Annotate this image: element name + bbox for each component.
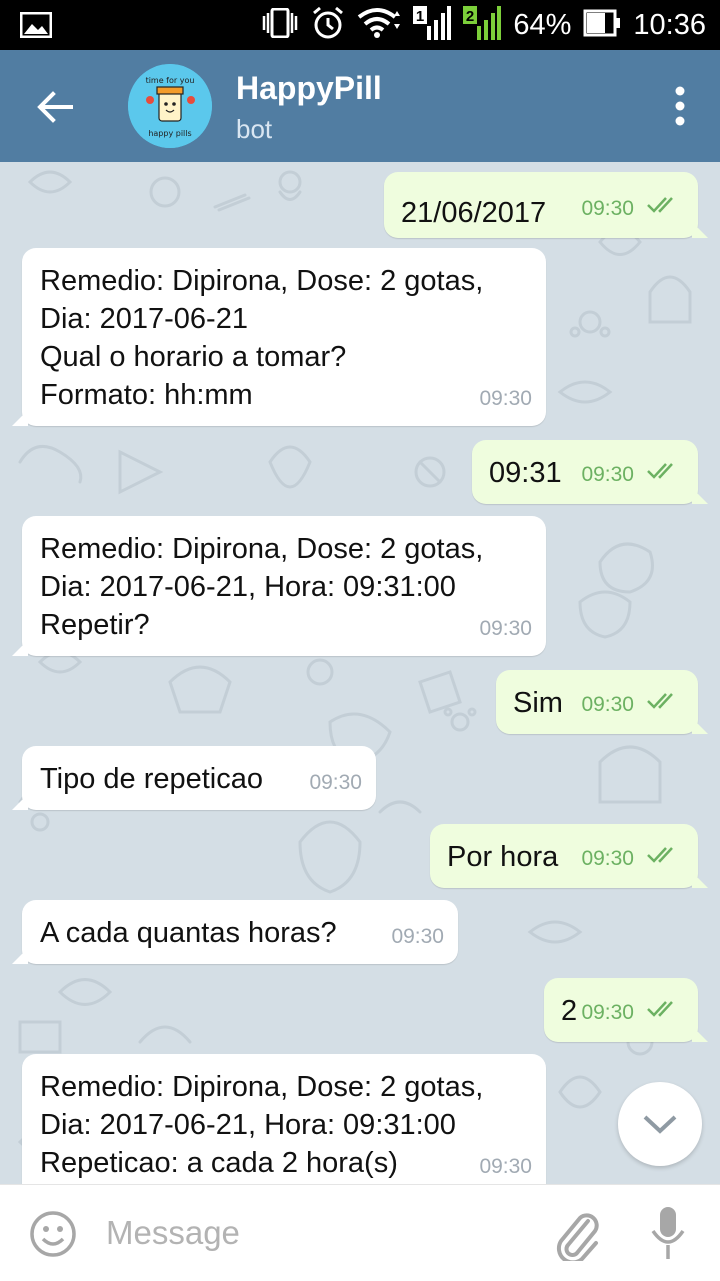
message-outgoing[interactable]: 21/06/2017 09:30 — [384, 172, 708, 238]
vibrate-icon — [261, 7, 299, 43]
scroll-to-bottom-button[interactable] — [618, 1082, 702, 1166]
gallery-notification-icon — [19, 11, 53, 43]
bot-avatar[interactable]: time for you happy pills — [128, 64, 212, 148]
read-check-icon — [646, 990, 680, 1028]
bubble-tail — [692, 488, 708, 504]
chat-subtitle: bot — [236, 114, 273, 144]
message-list[interactable]: 21/06/2017 09:30 Remedio: Dipirona, Dose… — [0, 162, 720, 1184]
chevron-down-icon — [643, 1115, 677, 1134]
sim2-label: 2 — [466, 8, 474, 25]
chat-title[interactable]: HappyPill — [236, 70, 382, 107]
message-incoming[interactable]: Remedio: Dipirona, Dose: 2 gotas, Dia: 2… — [12, 248, 546, 426]
message-time: 09:30 — [309, 771, 362, 794]
attach-button[interactable] — [552, 1207, 602, 1265]
message-time: 09:30 — [479, 1155, 532, 1178]
more-menu-button[interactable] — [670, 86, 690, 126]
message-text: 2 — [561, 995, 578, 1027]
message-text: 21/06/2017 — [401, 197, 547, 229]
message-composer — [0, 1184, 720, 1281]
message-text: A cada quantas horas? — [40, 917, 337, 949]
microphone-icon — [651, 1207, 685, 1259]
alarm-icon — [311, 6, 345, 45]
wifi-icon — [357, 7, 401, 44]
message-incoming[interactable]: Remedio: Dipirona, Dose: 2 gotas, Dia: 2… — [22, 1054, 546, 1184]
back-button[interactable] — [28, 80, 82, 134]
message-text: Remedio: Dipirona, Dose: 2 gotas, Dia: 2… — [40, 533, 484, 641]
avatar-text-bottom: happy pills — [148, 129, 191, 138]
message-text: Remedio: Dipirona, Dose: 2 gotas, Dia: 2… — [40, 1071, 484, 1179]
message-incoming[interactable]: Tipo de repeticao 09:30 — [12, 746, 376, 810]
chat-header: time for you happy pills HappyPill bot — [0, 50, 720, 162]
bubble-tail — [692, 1026, 708, 1042]
clock: 10:36 — [633, 8, 706, 41]
message-text: Por hora — [447, 841, 559, 873]
bubble-tail — [12, 794, 28, 810]
battery-icon — [583, 9, 621, 42]
message-time: 09:30 — [581, 463, 634, 486]
message-input[interactable] — [104, 1207, 528, 1259]
bubble-tail — [692, 222, 708, 238]
read-check-icon — [646, 186, 680, 224]
arrow-left-icon — [37, 91, 73, 123]
message-outgoing[interactable]: 2 09:30 — [544, 978, 708, 1042]
message-time: 09:30 — [479, 387, 532, 410]
avatar-text-top: time for you — [146, 76, 195, 85]
message-time: 09:30 — [581, 693, 634, 716]
message-incoming[interactable]: A cada quantas horas? 09:30 — [12, 900, 458, 964]
message-time: 09:30 — [391, 925, 444, 948]
read-check-icon — [646, 682, 680, 720]
message-incoming[interactable]: Remedio: Dipirona, Dose: 2 gotas, Dia: 2… — [12, 516, 546, 656]
voice-message-button[interactable] — [648, 1205, 688, 1263]
message-outgoing[interactable]: Por hora 09:30 — [430, 824, 708, 888]
read-check-icon — [646, 836, 680, 874]
sim1-label: 1 — [416, 8, 424, 25]
bubble-tail — [12, 948, 28, 964]
message-time: 09:30 — [479, 617, 532, 640]
emoji-button[interactable] — [28, 1209, 78, 1259]
battery-percent: 64% — [513, 8, 572, 41]
message-time: 09:30 — [581, 847, 634, 870]
bubble-tail — [12, 640, 28, 656]
message-time: 09:30 — [581, 1001, 634, 1024]
message-text: Tipo de repeticao — [40, 763, 264, 795]
more-vertical-icon — [675, 86, 685, 126]
signal-sim1-icon: 1 — [413, 5, 452, 45]
message-outgoing[interactable]: Sim 09:30 — [496, 670, 708, 734]
paperclip-icon — [556, 1213, 599, 1265]
bubble-tail — [692, 718, 708, 734]
message-text: 09:31 — [489, 457, 562, 489]
message-outgoing[interactable]: 09:31 09:30 — [472, 440, 708, 504]
read-check-icon — [646, 452, 680, 490]
bubble-tail — [692, 872, 708, 888]
smiley-icon — [30, 1211, 76, 1257]
message-text: Sim — [513, 687, 563, 719]
bubble-tail — [12, 410, 28, 426]
message-text: Remedio: Dipirona, Dose: 2 gotas, Dia: 2… — [40, 265, 484, 411]
status-bar: 1 2 64% 10:36 — [0, 0, 720, 50]
message-time: 09:30 — [581, 197, 634, 220]
signal-sim2-icon: 2 — [463, 5, 502, 45]
